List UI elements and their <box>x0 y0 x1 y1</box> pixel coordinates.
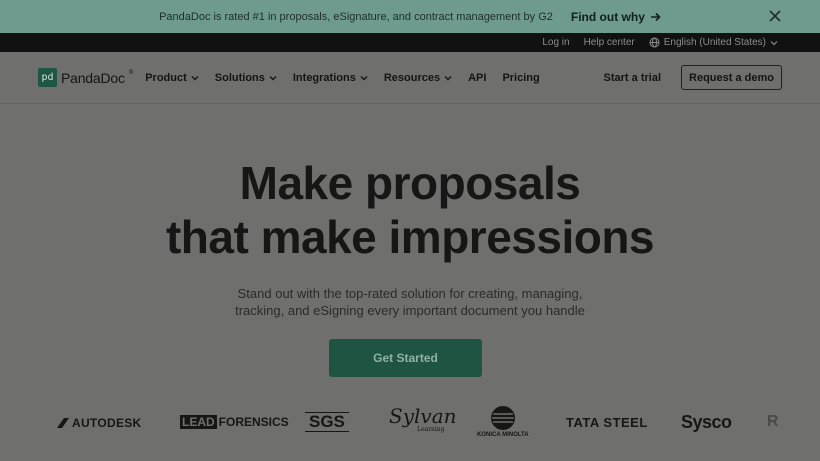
hero-title-line-2: that make impressions <box>165 211 655 263</box>
registered-mark: ® <box>128 70 134 76</box>
language-label: English (United States) <box>663 37 766 48</box>
sgs-logo: SGS <box>305 412 349 432</box>
login-link[interactable]: Log in <box>542 37 569 48</box>
find-out-why-link[interactable]: Find out why <box>571 10 661 24</box>
konica-minolta-logo: KONICA MINOLTA <box>477 406 529 438</box>
hero-subtitle: Stand out with the top-rated solution fo… <box>0 285 820 319</box>
customer-logo-strip: AUTODESK LEAD FORENSICS SGS Sylvan Learn… <box>0 405 820 445</box>
main-nav: pd PandaDoc ® Product Solutions Integrat… <box>0 52 820 104</box>
chevron-down-icon <box>360 75 368 80</box>
utility-bar: Log in Help center English (United State… <box>0 33 820 52</box>
nav-item-label: Integrations <box>292 71 356 84</box>
language-selector[interactable]: English (United States) <box>649 37 778 48</box>
chevron-down-icon <box>191 75 199 80</box>
hero-title: Make proposals that make impressions <box>0 156 820 264</box>
nav-item-integrations[interactable]: Integrations <box>293 72 368 84</box>
nav-item-label: Pricing <box>502 71 540 84</box>
nav-item-product[interactable]: Product <box>145 72 199 84</box>
hero-title-line-1: Make proposals <box>239 157 581 209</box>
nav-item-solutions[interactable]: Solutions <box>215 72 277 84</box>
konica-minolta-logo-text: KONICA MINOLTA <box>477 432 529 438</box>
hero-subtitle-line-2: tracking, and eSigning every important d… <box>235 303 585 318</box>
sysco-logo: Sysco <box>681 412 732 432</box>
sylvan-logo-text: Sylvan <box>389 404 457 428</box>
start-trial-link[interactable]: Start a trial <box>604 72 661 84</box>
chevron-down-icon <box>770 40 778 45</box>
request-demo-button[interactable]: Request a demo <box>681 65 782 90</box>
lead-forensics-logo-box: LEAD <box>180 415 217 429</box>
chevron-down-icon <box>269 75 277 80</box>
nav-item-label: Resources <box>383 71 441 84</box>
lead-forensics-logo: LEAD FORENSICS <box>180 415 289 429</box>
nav-item-label: Product <box>145 71 187 84</box>
sylvan-logo-subtext: Learning <box>417 426 445 433</box>
announcement-bar: PandaDoc is rated #1 in proposals, eSign… <box>0 0 820 33</box>
tata-steel-logo: TATA STEEL <box>566 415 648 430</box>
get-started-button[interactable]: Get Started <box>329 339 482 377</box>
arrow-right-icon <box>650 12 661 21</box>
autodesk-logo: AUTODESK <box>57 416 142 430</box>
announcement-message: PandaDoc is rated #1 in proposals, eSign… <box>159 10 553 23</box>
pandadoc-logo[interactable]: pd PandaDoc ® <box>38 68 133 87</box>
nav-item-label: Solutions <box>214 71 265 84</box>
help-center-link[interactable]: Help center <box>584 37 635 48</box>
hero-subtitle-line-1: Stand out with the top-rated solution fo… <box>237 286 583 301</box>
partial-logo: R <box>767 413 779 430</box>
pandadoc-logo-icon: pd <box>38 68 57 87</box>
nav-item-label: API <box>468 71 487 84</box>
nav-item-pricing[interactable]: Pricing <box>502 72 539 84</box>
close-icon[interactable] <box>768 8 782 24</box>
nav-menu: Product Solutions Integrations Resources… <box>145 72 540 84</box>
nav-item-resources[interactable]: Resources <box>384 72 452 84</box>
lead-forensics-logo-text: FORENSICS <box>218 415 289 429</box>
sylvan-logo: Sylvan Learning <box>389 406 457 434</box>
autodesk-mark-icon <box>57 418 69 428</box>
globe-icon <box>649 37 660 48</box>
find-out-why-label: Find out why <box>570 9 645 24</box>
nav-actions: Start a trial Request a demo <box>604 65 782 90</box>
nav-item-api[interactable]: API <box>468 72 486 84</box>
autodesk-logo-text: AUTODESK <box>72 416 142 430</box>
chevron-down-icon <box>444 75 452 80</box>
pandadoc-logo-text: PandaDoc <box>61 69 125 86</box>
konica-globe-icon <box>490 406 515 430</box>
